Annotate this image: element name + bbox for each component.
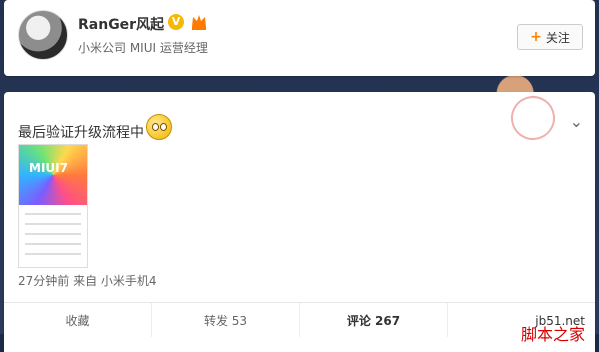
post-text: 最后验证升级流程中 [18, 125, 144, 141]
stamp-logo [504, 89, 562, 147]
avatar[interactable] [18, 10, 68, 60]
image-title: MIUI7 [29, 161, 68, 175]
chevron-down-icon[interactable]: ⌄ [570, 112, 583, 131]
repost-button[interactable]: 转发 53 [152, 303, 300, 337]
grin-emoji-icon [146, 114, 172, 140]
post-actions: 收藏 转发 53 评论 267 [4, 302, 595, 337]
post-card: ⌄ 最后验证升级流程中 MIUI7 27分钟前 来自 小米手机4 收藏 转发 5… [4, 89, 595, 352]
follow-label: 关注 [545, 30, 570, 45]
comment-button[interactable]: 评论 267 [300, 303, 448, 337]
member-icon [192, 15, 206, 30]
post-meta: 27分钟前 来自 小米手机4 [18, 274, 157, 288]
plus-icon: + [530, 29, 542, 45]
thumb-line [25, 243, 81, 245]
username[interactable]: RanGer风起 [78, 14, 164, 34]
verified-badge: V [168, 14, 184, 30]
thumb-line [25, 213, 81, 215]
profile-card: RanGer风起 V 小米公司 MIUI 运营经理 + 关注 [4, 0, 595, 76]
thumb-line [25, 253, 81, 255]
thumb-line [25, 233, 81, 235]
site-watermark: jb51.net 脚本之家 [521, 315, 585, 344]
thumb-line [25, 223, 81, 225]
watermark-brand: 脚本之家 [520, 325, 585, 345]
profile-description: 小米公司 MIUI 运营经理 [78, 41, 208, 55]
follow-button[interactable]: + 关注 [517, 24, 583, 50]
post-image[interactable]: MIUI7 [18, 144, 88, 268]
collect-button[interactable]: 收藏 [4, 303, 152, 337]
